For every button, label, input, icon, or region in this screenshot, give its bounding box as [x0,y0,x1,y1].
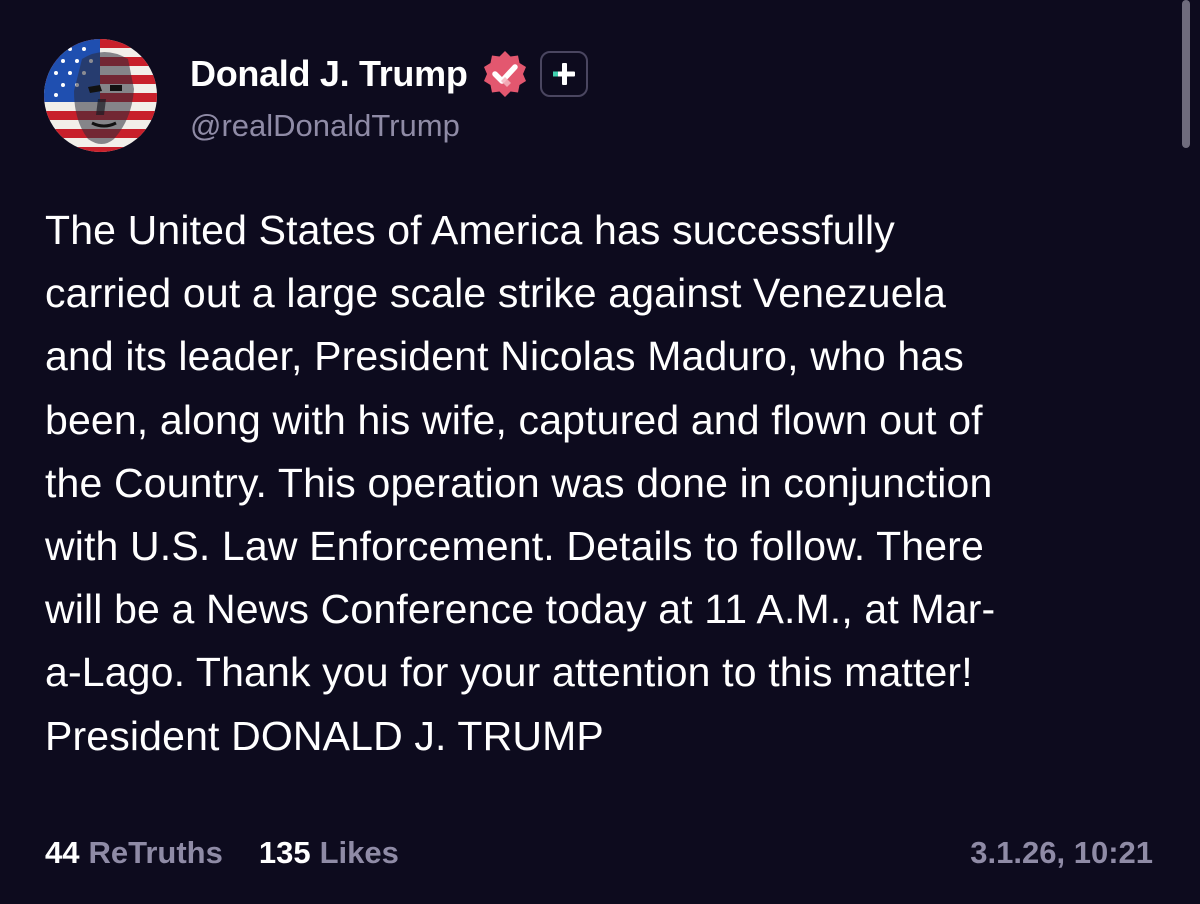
likes-label: Likes [319,835,399,870]
author-display-name[interactable]: Donald J. Trump [190,53,468,95]
author-name-row: Donald J. Trump [190,48,588,100]
verified-badge-icon [480,49,530,99]
post-timestamp[interactable]: 3.1.26, 10:21 [970,833,1153,873]
author-avatar[interactable] [44,39,157,152]
retruths-label: ReTruths [88,835,223,870]
post-card: Donald J. Trump @realDonaldTrump The Uni… [0,0,1200,904]
retruths-stat[interactable]: 44 ReTruths [45,835,223,871]
plus-icon [552,63,575,85]
likes-stat[interactable]: 135 Likes [259,835,399,871]
add-to-feed-button[interactable] [539,51,588,97]
scrollbar-thumb[interactable] [1182,0,1190,148]
post-body-text: The United States of America has success… [45,207,996,759]
author-handle[interactable]: @realDonaldTrump [190,108,460,144]
post-stats: 44 ReTruths 135 Likes [45,833,399,873]
avatar-image [44,39,157,152]
likes-count: 135 [258,835,311,870]
retruths-count: 44 [45,835,80,870]
